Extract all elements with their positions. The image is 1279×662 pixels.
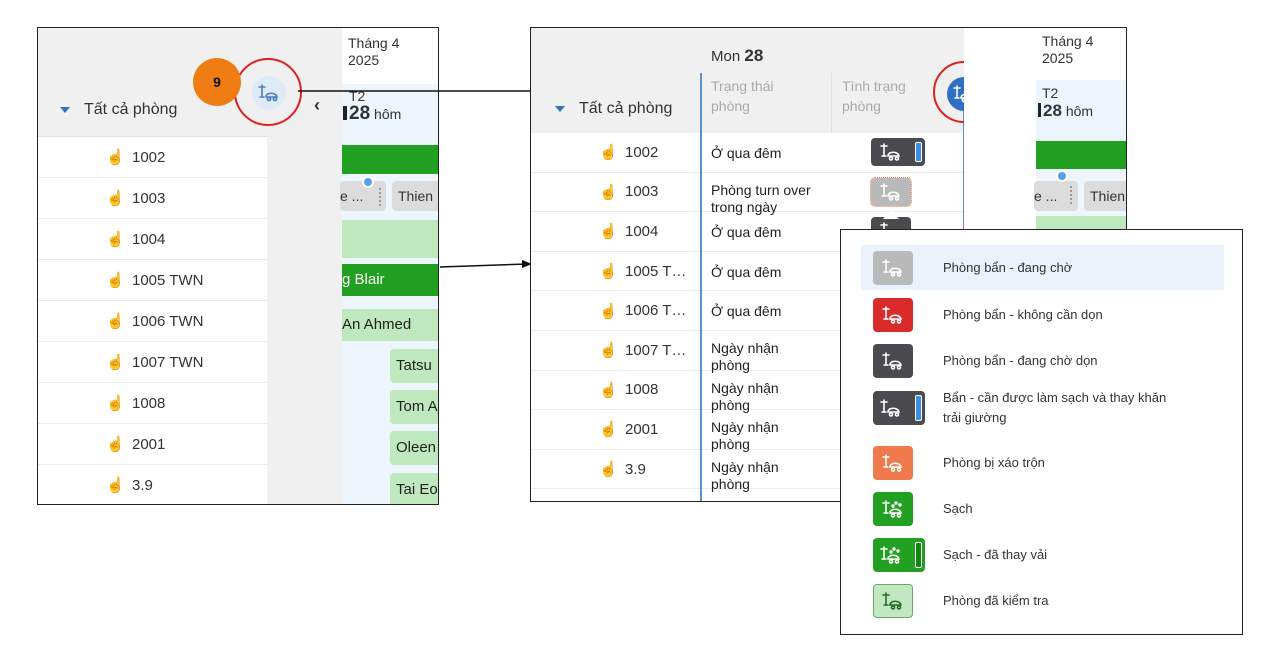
housekeeping-cart-icon [882, 258, 902, 277]
condition-column-header[interactable]: Tình trạng phòng [842, 76, 906, 116]
room-status-text: Ở qua đêm [711, 224, 782, 241]
housekeeping-cart-icon [880, 143, 900, 161]
legend-label: Phòng bẩn - đang chờ dọn [943, 352, 1098, 368]
room-status-legend-popup: Phòng bẩn - đang chờ Phòng bẩn - không cầ… [840, 229, 1243, 635]
room-status-text: Ngày nhận phòng [711, 419, 779, 453]
legend-label: Sạch [943, 500, 973, 516]
legend-status-icon [873, 445, 913, 480]
hand-pointer-icon: ☝ [599, 421, 618, 439]
legend-item[interactable]: Phòng đã kiểm tra [861, 578, 1224, 623]
room-status-text: Ở qua đêm [711, 303, 782, 320]
legend-label: Sạch - đã thay vải [943, 546, 1048, 562]
hand-pointer-icon: ☝ [599, 263, 618, 281]
room-number: 1002 [625, 143, 659, 161]
legend-item[interactable]: Bẩn - cần được làm sạch và thay khăn trả… [861, 385, 1224, 431]
booking-bar[interactable] [1036, 141, 1126, 169]
legend-status-icon [873, 491, 913, 526]
room-status-text: Ở qua đêm [711, 145, 782, 161]
legend-label: Phòng đã kiểm tra [943, 592, 1049, 608]
room-number: 3.9 [625, 460, 646, 478]
hand-pointer-icon: ☝ [599, 302, 618, 320]
column-divider [700, 73, 702, 501]
housekeeping-cart-icon [880, 399, 900, 417]
legend-label: Phòng bẩn - không cần dọn [943, 306, 1103, 322]
legend-status-icon [873, 583, 913, 618]
housekeeping-cart-icon [882, 499, 902, 518]
legend-label: Phòng bị xáo trộn [943, 454, 1045, 470]
room-number: 1005 T… [625, 262, 687, 280]
weekday-label: T2 [1042, 85, 1059, 101]
drag-handle[interactable] [1070, 186, 1074, 204]
housekeeping-cart-icon [882, 591, 902, 610]
room-status-text: Ngày nhận phòng [711, 458, 779, 492]
housekeeping-cart-icon [882, 351, 902, 370]
room-status-text: Ngày nhận phòng [711, 379, 779, 413]
legend-label: Bẩn - cần được làm sạch và thay khăn trả… [943, 390, 1167, 425]
day-header[interactable]: T2 28 hôm nay [1038, 84, 1094, 124]
hand-pointer-icon: ☝ [599, 381, 618, 399]
all-rooms-filter[interactable]: Tất cả phòng [555, 100, 672, 118]
room-number: 1004 [625, 222, 659, 240]
day-title: Mon 28 [711, 46, 763, 66]
housekeeping-cart-icon [882, 453, 902, 472]
day-number: 28 [744, 46, 764, 65]
room-condition-icon[interactable] [871, 138, 925, 166]
booking-chip[interactable]: Thien [1084, 181, 1126, 211]
status-column-header[interactable]: Trạng thái phòng [711, 76, 774, 116]
legend-item[interactable]: Phòng bẩn - đang chờ dọn [861, 338, 1224, 383]
room-row[interactable]: ☝ 1003 Phòng turn over trong ngày [531, 173, 964, 215]
right-header: Mon 28 Trạng thái phòng Tình trạng phòng… [531, 28, 964, 133]
popup-pointer [883, 210, 899, 220]
room-number: 1003 [625, 183, 659, 201]
room-status-text: Ngày nhận phòng [711, 339, 779, 373]
linen-change-marker [915, 541, 922, 568]
linen-change-marker [915, 142, 922, 162]
legend-status-icon [873, 250, 913, 285]
legend-label: Phòng bẩn - đang chờ [943, 259, 1073, 275]
legend-status-icon [873, 297, 913, 332]
hand-pointer-icon: ☝ [599, 223, 618, 241]
housekeeping-cart-icon [882, 305, 902, 324]
legend-status-icon [873, 343, 913, 378]
hand-pointer-icon: ☝ [599, 342, 618, 360]
room-row[interactable]: ☝ 1002 Ở qua đêm [531, 133, 964, 173]
legend-item[interactable]: Phòng bẩn - đang chờ [861, 245, 1224, 290]
column-divider [831, 73, 832, 133]
room-condition-icon[interactable] [870, 176, 912, 207]
legend-item[interactable]: Sạch - đã thay vải [861, 532, 1224, 577]
today-label: hôm [1065, 103, 1094, 119]
legend-item[interactable]: Phòng bị xáo trộn [861, 440, 1224, 485]
hand-pointer-icon: ☝ [599, 461, 618, 479]
weekday-abbrev: Mon [711, 48, 741, 65]
legend-status-icon [873, 537, 925, 572]
month-label: Tháng 4 2025 [1042, 33, 1094, 66]
room-number: 1007 T… [625, 341, 687, 359]
housekeeping-cart-icon [880, 545, 900, 564]
booking-dot [1056, 170, 1068, 182]
legend-status-icon [873, 391, 925, 425]
caret-down-icon [555, 106, 565, 112]
room-number: 1006 T… [625, 302, 687, 320]
linen-change-marker [915, 395, 922, 421]
legend-item[interactable]: Phòng bẩn - không cần dọn [861, 292, 1224, 337]
legend-item[interactable]: Sạch [861, 486, 1224, 531]
hand-pointer-icon: ☝ [599, 183, 618, 201]
all-rooms-label: Tất cả phòng [579, 100, 673, 117]
room-number: 2001 [625, 420, 659, 438]
room-number: 1008 [625, 381, 659, 399]
housekeeping-cart-icon [880, 182, 900, 201]
room-status-text: Phòng turn over trong ngày [711, 181, 811, 215]
hand-pointer-icon: ☝ [599, 144, 618, 162]
room-status-text: Ở qua đêm [711, 263, 782, 280]
